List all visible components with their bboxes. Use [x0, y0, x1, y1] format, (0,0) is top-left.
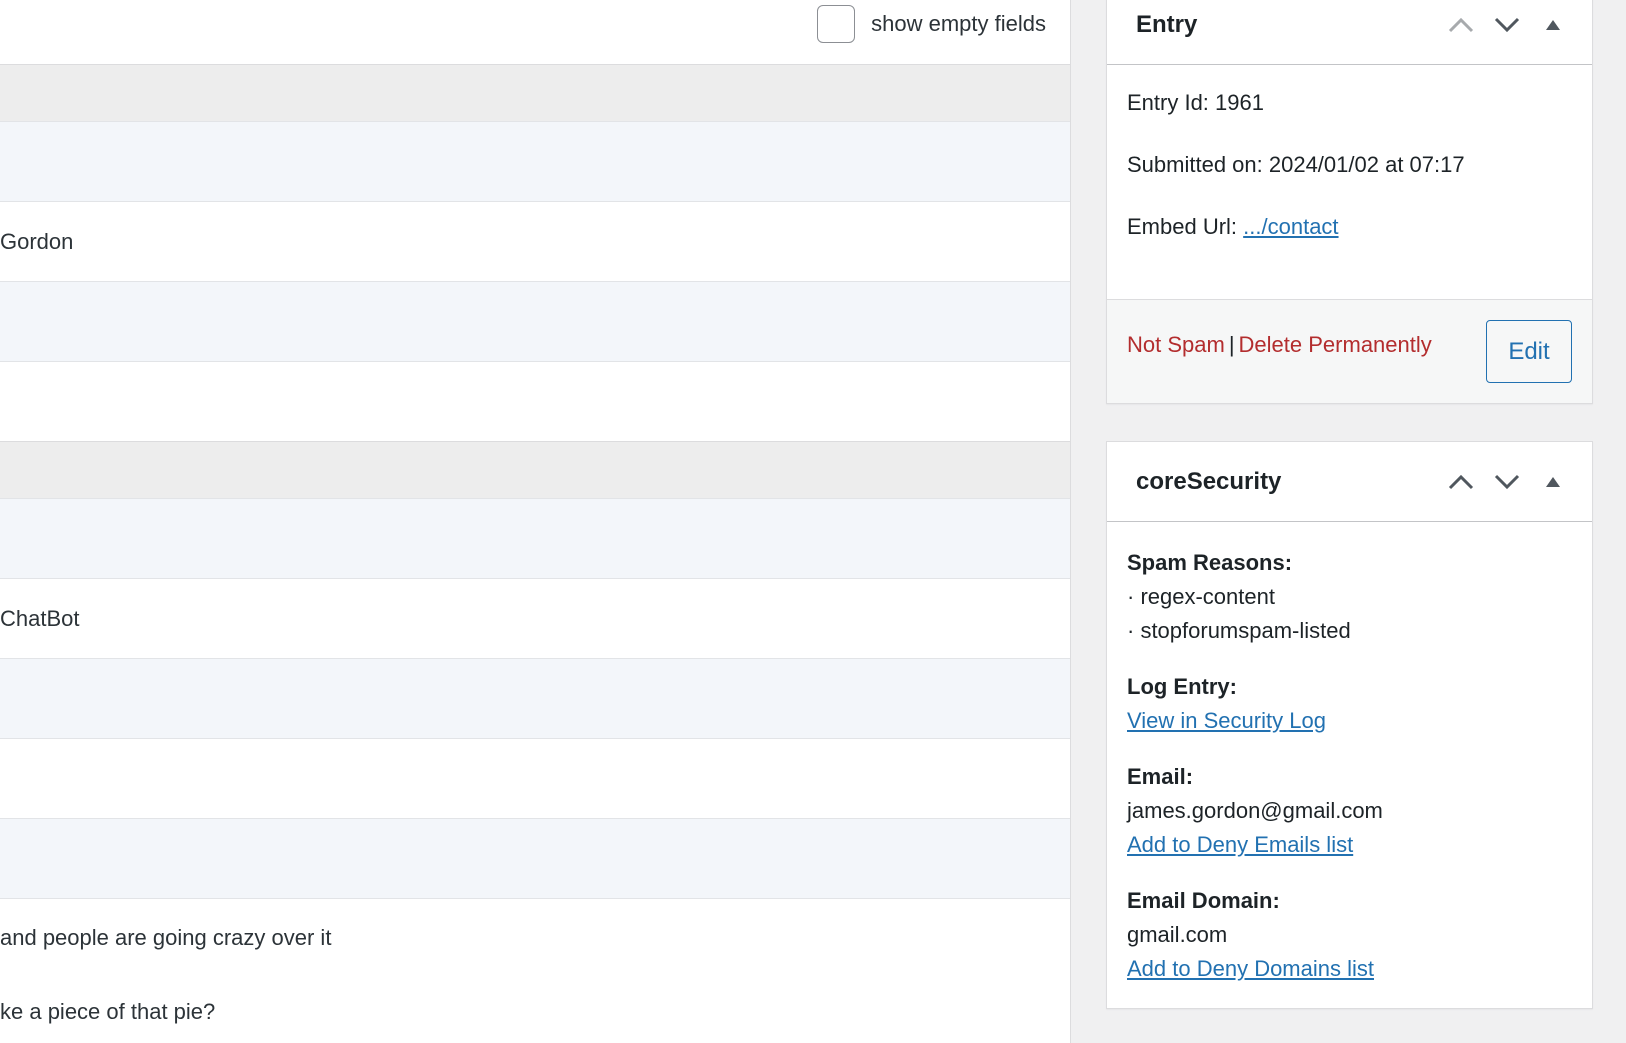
- entry-postbox-title: Entry: [1136, 10, 1198, 38]
- show-empty-fields-label: show empty fields: [871, 11, 1046, 36]
- move-up-button[interactable]: [1442, 6, 1480, 44]
- chevron-up-icon: [1448, 17, 1474, 32]
- entry-postbox: Entry Entry Id: 1961 Submitted on: 2024/…: [1106, 0, 1593, 404]
- email-heading: Email:: [1127, 764, 1194, 789]
- entry-postbox-header: Entry: [1107, 0, 1592, 65]
- chevron-up-icon: [1448, 474, 1474, 489]
- move-up-button[interactable]: [1442, 463, 1480, 501]
- view-security-log-link[interactable]: View in Security Log: [1127, 708, 1326, 733]
- log-entry-group: Log Entry: View in Security Log: [1127, 670, 1572, 738]
- chevron-down-icon: [1494, 474, 1520, 489]
- chevron-down-icon: [1494, 17, 1520, 32]
- entry-actions: Not Spam | Delete Permanently: [1127, 332, 1432, 358]
- field-value-row: Gordon: [0, 201, 1070, 281]
- email-domain-value: gmail.com: [1127, 922, 1228, 947]
- move-down-button[interactable]: [1488, 463, 1526, 501]
- triangle-up-icon: [1546, 476, 1560, 487]
- message-line: ke a piece of that pie?: [0, 999, 216, 1024]
- field-value-row: [0, 361, 1070, 441]
- spam-reason-item: · regex-content: [1127, 584, 1275, 609]
- email-group: Email: james.gordon@gmail.com Add to Den…: [1127, 760, 1572, 862]
- toggle-panel-button[interactable]: [1534, 6, 1572, 44]
- embed-url-label: Embed Url:: [1127, 214, 1244, 239]
- email-domain-heading: Email Domain:: [1127, 888, 1280, 913]
- not-spam-link[interactable]: Not Spam: [1127, 332, 1225, 357]
- email-value: james.gordon@gmail.com: [1127, 798, 1383, 823]
- show-empty-fields-toggle[interactable]: show empty fields: [817, 5, 1046, 43]
- log-entry-heading: Log Entry:: [1127, 674, 1237, 699]
- entry-id: Entry Id: 1961: [1127, 90, 1264, 115]
- move-down-button[interactable]: [1488, 6, 1526, 44]
- field-label-row: [0, 818, 1070, 898]
- add-to-deny-emails-link[interactable]: Add to Deny Emails list: [1127, 832, 1353, 857]
- entry-postbox-body: Entry Id: 1961 Submitted on: 2024/01/02 …: [1107, 65, 1592, 240]
- message-line: and people are going crazy over it: [0, 925, 332, 950]
- entry-postbox-footer: Not Spam | Delete Permanently Edit: [1107, 299, 1592, 403]
- edit-button[interactable]: Edit: [1486, 320, 1572, 383]
- entry-fields-panel: show empty fields Gordon ChatBot and peo…: [0, 0, 1071, 1043]
- field-label-row: [0, 658, 1070, 738]
- delete-permanently-link[interactable]: Delete Permanently: [1239, 332, 1432, 357]
- field-value-row: ChatBot: [0, 578, 1070, 658]
- field-value-text: Gordon: [0, 229, 74, 254]
- coresecurity-postbox-header: coreSecurity: [1107, 442, 1592, 522]
- entry-handle-actions: [1442, 0, 1572, 64]
- coresecurity-postbox-body: Spam Reasons: · regex-content · stopforu…: [1107, 522, 1592, 986]
- entry-toolbar: show empty fields: [0, 0, 1070, 64]
- action-separator: |: [1228, 332, 1235, 357]
- spam-reasons-group: Spam Reasons: · regex-content · stopforu…: [1127, 546, 1572, 648]
- embed-url-link[interactable]: .../contact: [1243, 214, 1338, 239]
- field-label-row: [0, 121, 1070, 201]
- spam-reasons-heading: Spam Reasons:: [1127, 550, 1293, 575]
- add-to-deny-domains-link[interactable]: Add to Deny Domains list: [1127, 956, 1374, 981]
- coresecurity-postbox: coreSecurity Spam Reasons: · regex-conte…: [1106, 441, 1593, 1009]
- message-value-row: and people are going crazy over it ke a …: [0, 898, 1070, 1043]
- field-label-row: [0, 281, 1070, 361]
- email-domain-group: Email Domain: gmail.com Add to Deny Doma…: [1127, 884, 1572, 986]
- field-value-row: [0, 738, 1070, 818]
- coresecurity-postbox-title: coreSecurity: [1136, 467, 1282, 495]
- triangle-up-icon: [1546, 19, 1560, 30]
- embed-url: Embed Url: .../contact: [1127, 213, 1572, 240]
- field-label-row: [0, 498, 1070, 578]
- submitted-on: Submitted on: 2024/01/02 at 07:17: [1127, 152, 1465, 177]
- field-value-text: ChatBot: [0, 606, 80, 631]
- spam-reason-item: · stopforumspam-listed: [1127, 618, 1351, 643]
- field-section-header: [0, 64, 1070, 121]
- toggle-panel-button[interactable]: [1534, 463, 1572, 501]
- show-empty-fields-checkbox[interactable]: [817, 5, 856, 43]
- coresecurity-handle-actions: [1442, 442, 1572, 521]
- field-section-header: [0, 441, 1070, 498]
